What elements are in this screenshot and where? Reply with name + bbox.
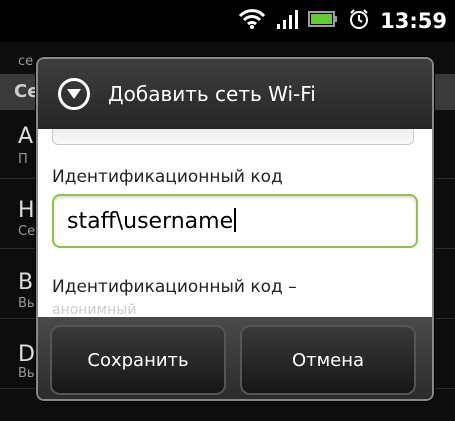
anonymous-identity-label: Идентификационный код – [52, 277, 297, 297]
background-row-subtitle: Се [18, 224, 36, 239]
anonymous-identity-label-continued: анонимный [52, 302, 137, 318]
save-button[interactable]: Сохранить [50, 325, 226, 395]
alarm-icon [348, 8, 370, 34]
background-row-title: A [18, 124, 34, 149]
cancel-button[interactable]: Отмена [240, 325, 416, 395]
background-row-subtitle: П [18, 152, 28, 167]
cancel-button-label: Отмена [291, 349, 365, 371]
dialog-title: Добавить сеть Wi-Fi [108, 82, 316, 106]
status-time: 13:59 [380, 9, 447, 33]
chevron-down-icon [58, 78, 90, 110]
background-row-title: D [18, 342, 35, 367]
background-row-subtitle: Вь [18, 366, 35, 381]
battery-icon [308, 9, 338, 33]
dialog-form[interactable]: Идентификационный код staff\username Иде… [38, 129, 432, 319]
save-button-label: Сохранить [87, 349, 189, 371]
dialog-button-bar: Сохранить Отмена [38, 317, 432, 399]
dialog-header: Добавить сеть Wi-Fi [38, 59, 432, 129]
background-row-title: B [18, 270, 34, 295]
identity-input-text: staff\username [67, 209, 234, 234]
status-bar: 13:59 [0, 0, 455, 42]
identity-input-value: staff\username [67, 208, 237, 234]
background-top-text: се [18, 54, 34, 69]
identity-input[interactable]: staff\username [52, 194, 418, 248]
identity-label: Идентификационный код [52, 167, 283, 187]
text-caret [234, 208, 237, 232]
background-row-title: H [18, 198, 35, 223]
previous-field[interactable] [52, 129, 414, 145]
background-row-subtitle: Вь [18, 296, 35, 311]
signal-icon [276, 8, 299, 34]
add-wifi-dialog: Добавить сеть Wi-Fi Идентификационный ко… [36, 57, 434, 401]
wifi-icon [238, 8, 266, 34]
